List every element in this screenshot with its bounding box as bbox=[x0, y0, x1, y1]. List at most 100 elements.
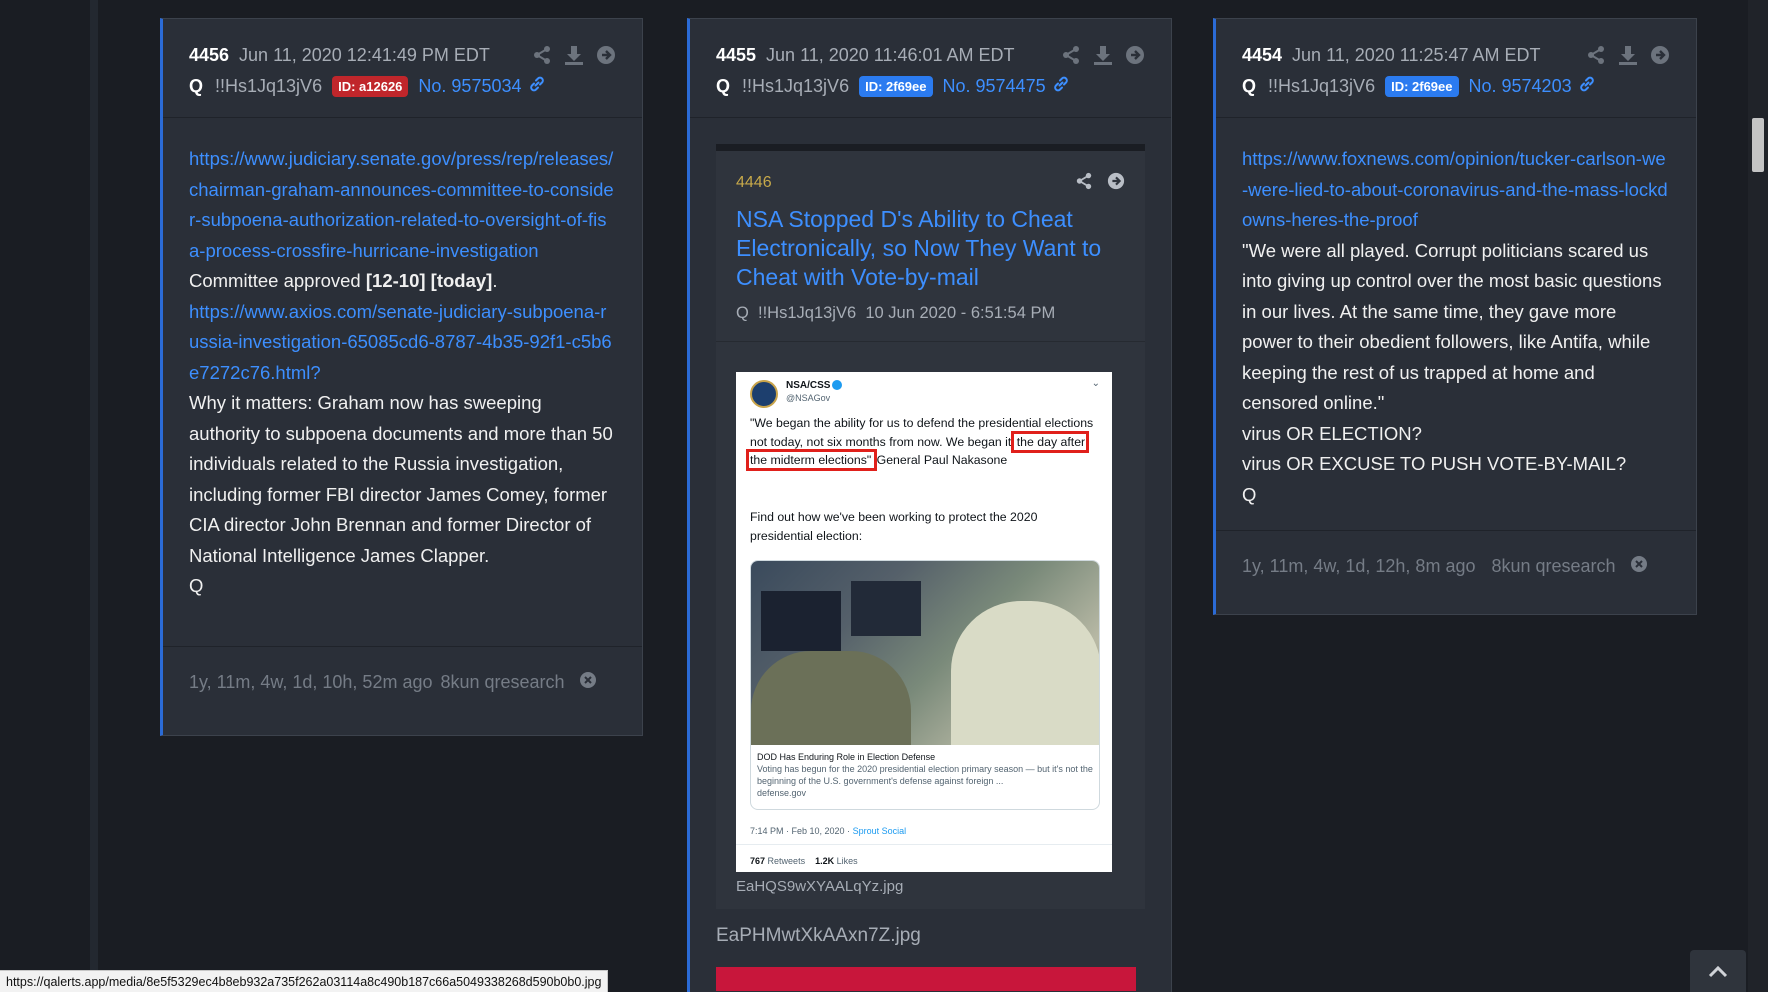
post-signature: Q bbox=[1242, 483, 1257, 505]
quoted-author: Q bbox=[736, 304, 749, 322]
tripcode: !!Hs1Jq13jV6 bbox=[742, 75, 850, 96]
link-icon[interactable] bbox=[1578, 75, 1596, 98]
arrow-right-circle-icon[interactable] bbox=[1125, 45, 1145, 65]
close-icon[interactable] bbox=[1616, 555, 1648, 578]
tweet-client: Sprout Social bbox=[852, 826, 907, 836]
quote-divider bbox=[716, 341, 1145, 342]
link-icon[interactable] bbox=[1052, 75, 1070, 98]
arrow-right-circle-icon[interactable] bbox=[596, 45, 616, 65]
download-icon[interactable] bbox=[1093, 45, 1113, 65]
quoted-post: 4446 NSA Stopped D's Ability to Cheat El… bbox=[716, 144, 1145, 909]
post-paragraph: "We were all played. Corrupt politicians… bbox=[1242, 239, 1662, 414]
author-name: Q bbox=[1242, 75, 1257, 96]
tweet-time: 7:14 PM · Feb 10, 2020 · Sprout Social bbox=[750, 826, 906, 836]
post-timestamp: Jun 11, 2020 12:41:49 PM EDT bbox=[239, 44, 490, 65]
post-signature: Q bbox=[189, 575, 204, 596]
page-scrollbar[interactable] bbox=[1748, 0, 1768, 992]
id-badge: ID: 2f69ee bbox=[859, 75, 933, 97]
arrow-right-circle-icon[interactable] bbox=[1107, 172, 1125, 195]
post-source: 8kun qresearch bbox=[1491, 556, 1616, 576]
share-icon[interactable] bbox=[1061, 45, 1081, 65]
post-number-link[interactable]: No. 9574203 bbox=[1469, 76, 1572, 97]
post-text-line: virus OR ELECTION? bbox=[1242, 422, 1422, 444]
link-icon[interactable] bbox=[528, 75, 546, 98]
image-filename[interactable]: EaPHMwtXkAAxn7Z.jpg bbox=[716, 925, 1145, 947]
post-link[interactable]: https://www.axios.com/senate-judiciary-s… bbox=[189, 297, 616, 389]
tweet-divider bbox=[736, 844, 1112, 845]
post-age: 1y, 11m, 4w, 1d, 10h, 52m ago bbox=[189, 672, 433, 692]
share-icon[interactable] bbox=[1586, 45, 1606, 65]
person-shape bbox=[751, 651, 911, 745]
post-footer: 1y, 11m, 4w, 1d, 10h, 52m ago 8kun qrese… bbox=[163, 646, 642, 718]
post-link[interactable]: https://www.judiciary.senate.gov/press/r… bbox=[189, 144, 616, 266]
quoted-image-filename[interactable]: EaHQS9wXYAALqYz.jpg bbox=[736, 878, 1125, 909]
tweet-stats: 767 Retweets 1.2K Likes bbox=[750, 856, 858, 866]
retweet-count: 767 bbox=[750, 856, 766, 866]
post-header: 4455 Jun 11, 2020 11:46:01 AM EDT Q !!Hs… bbox=[690, 19, 1171, 118]
post-body: https://www.judiciary.senate.gov/press/r… bbox=[163, 118, 642, 646]
monitor-shape bbox=[761, 591, 841, 651]
close-icon[interactable] bbox=[565, 671, 597, 694]
download-icon[interactable] bbox=[1618, 45, 1638, 65]
post-timestamp: Jun 11, 2020 11:46:01 AM EDT bbox=[766, 44, 1015, 65]
post-link[interactable]: https://www.foxnews.com/opinion/tucker-c… bbox=[1242, 144, 1670, 236]
like-label: Likes bbox=[836, 856, 858, 866]
download-icon[interactable] bbox=[564, 45, 584, 65]
post-number: 4454 bbox=[1242, 44, 1283, 65]
quoted-tripcode: !!Hs1Jq13jV6 bbox=[758, 304, 857, 322]
quote-divider bbox=[716, 144, 1145, 151]
post-paragraph: Why it matters: Graham now has sweeping … bbox=[189, 392, 613, 566]
post-number-link[interactable]: No. 9574475 bbox=[943, 76, 1046, 97]
post-text-line: Committee approved [12-10] [today]. bbox=[189, 266, 616, 297]
tweet-card-title: DOD Has Enduring Role in Election Defens… bbox=[757, 752, 936, 762]
share-icon[interactable] bbox=[1075, 172, 1093, 195]
tweet-timestamp: 7:14 PM · Feb 10, 2020 · bbox=[750, 826, 853, 836]
tweet-text-2: Find out how we've been working to prote… bbox=[750, 510, 1038, 543]
text-bold-fragment: [12-10] [today] bbox=[365, 270, 493, 291]
person-shape bbox=[951, 601, 1099, 745]
tweet-text: "We began the ability for us to defend t… bbox=[745, 414, 1098, 471]
post-header: 4456 Jun 11, 2020 12:41:49 PM EDT Q !!Hs… bbox=[163, 19, 642, 118]
text-fragment: Committee approved bbox=[189, 270, 366, 291]
scrollbar-thumb[interactable] bbox=[1752, 118, 1764, 172]
post-number: 4456 bbox=[189, 44, 230, 65]
post-age: 1y, 11m, 4w, 1d, 12h, 8m ago bbox=[1242, 556, 1476, 576]
share-icon[interactable] bbox=[532, 45, 552, 65]
post-header: 4454 Jun 11, 2020 11:25:47 AM EDT Q !!Hs… bbox=[1216, 19, 1696, 118]
tweet-handle: @NSAGov bbox=[786, 393, 831, 403]
post-number: 4455 bbox=[716, 44, 757, 65]
quoted-date: 10 Jun 2020 - 6:51:54 PM bbox=[865, 304, 1056, 322]
verified-badge-icon bbox=[832, 380, 842, 390]
post-card-4455: 4455 Jun 11, 2020 11:46:01 AM EDT Q !!Hs… bbox=[687, 18, 1172, 992]
tweet-card-description: Voting has begun for the 2020 presidenti… bbox=[757, 764, 1093, 786]
tweet-card-domain: defense.gov bbox=[757, 788, 807, 798]
post-footer: 1y, 11m, 4w, 1d, 12h, 8m ago 8kun qresea… bbox=[1216, 530, 1696, 602]
post-text-line: virus OR EXCUSE TO PUSH VOTE-BY-MAIL? bbox=[1242, 453, 1627, 474]
quoted-post-title[interactable]: NSA Stopped D's Ability to Cheat Electro… bbox=[736, 205, 1125, 292]
quoted-post-meta: Q !!Hs1Jq13jV6 10 Jun 2020 - 6:51:54 PM bbox=[736, 304, 1125, 323]
scroll-to-top-button[interactable] bbox=[1690, 950, 1746, 992]
post-source: 8kun qresearch bbox=[440, 672, 565, 692]
tripcode: !!Hs1Jq13jV6 bbox=[1268, 75, 1376, 96]
tweet-account-name: NSA/CSS bbox=[786, 380, 831, 391]
tweet-link-card: DOD Has Enduring Role in Election Defens… bbox=[750, 560, 1100, 810]
browser-status-bar: https://qalerts.app/media/8e5f5329ec4b8e… bbox=[0, 970, 609, 992]
author-name: Q bbox=[189, 75, 204, 96]
quoted-post-number[interactable]: 4446 bbox=[736, 174, 772, 192]
post-body: https://www.foxnews.com/opinion/tucker-c… bbox=[1216, 118, 1696, 530]
chevron-up-icon bbox=[1708, 965, 1728, 978]
retweet-label: Retweets bbox=[767, 856, 806, 866]
post-card-4456: 4456 Jun 11, 2020 12:41:49 PM EDT Q !!Hs… bbox=[160, 18, 643, 736]
arrow-right-circle-icon[interactable] bbox=[1650, 45, 1670, 65]
author-name: Q bbox=[716, 75, 731, 96]
chevron-down-icon: ⌄ bbox=[1091, 378, 1100, 389]
id-badge: ID: a12626 bbox=[332, 75, 409, 97]
tripcode: !!Hs1Jq13jV6 bbox=[215, 75, 323, 96]
post-card-4454: 4454 Jun 11, 2020 11:25:47 AM EDT Q !!Hs… bbox=[1213, 18, 1697, 615]
post-timestamp: Jun 11, 2020 11:25:47 AM EDT bbox=[1292, 44, 1541, 65]
tweet-screenshot-image[interactable]: NSA/CSS @NSAGov ⌄ "We began the ability … bbox=[736, 372, 1112, 872]
left-column-rule bbox=[90, 0, 98, 992]
post-number-link[interactable]: No. 9575034 bbox=[418, 76, 521, 97]
red-image-preview[interactable] bbox=[716, 967, 1136, 991]
tweet-text-fragment: General Paul Nakasone bbox=[873, 453, 1008, 467]
